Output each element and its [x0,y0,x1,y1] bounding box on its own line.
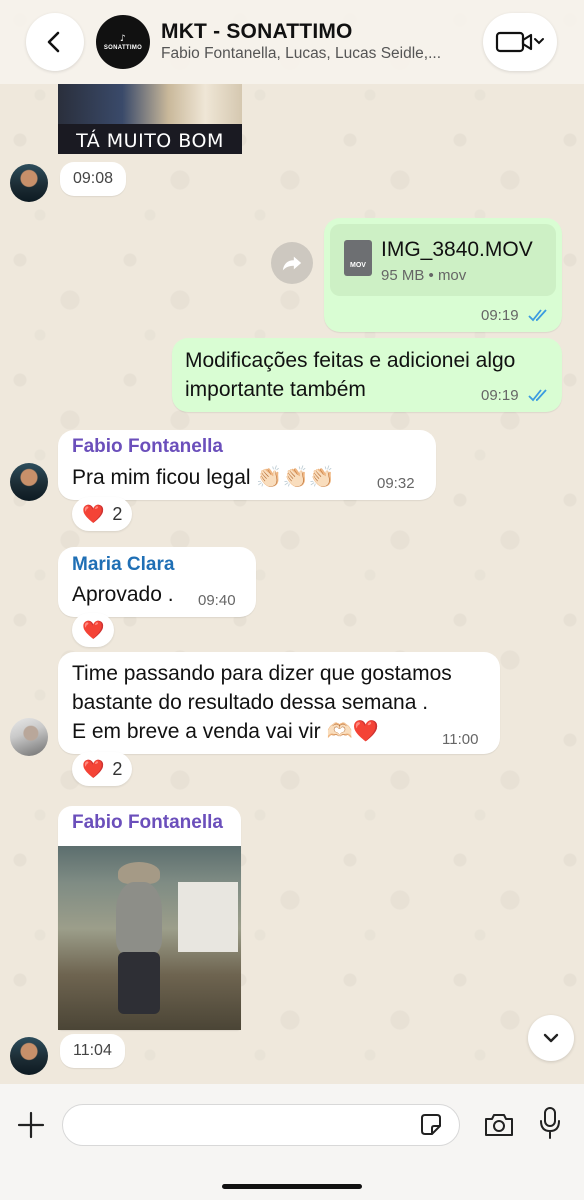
camera-icon [485,1114,513,1136]
image-table [178,882,238,952]
message-time: 11:00 [442,731,479,748]
file-icon: MOV [344,240,372,276]
message-text-line: Modificações feitas e adicionei algo [185,349,516,372]
scroll-to-bottom-button[interactable] [528,1015,574,1061]
sender-name: Fabio Fontanella [72,812,223,833]
avatar-fabio[interactable] [10,1037,48,1075]
gif-thumbnail [58,84,242,124]
file-attachment[interactable]: MOV IMG_3840.MOV 95 MB • mov [330,224,556,296]
image-figure-body [116,882,162,954]
file-time: 09:19 [481,307,519,324]
video-call-icon [495,31,544,53]
voice-message-button[interactable] [538,1106,562,1140]
plus-icon [17,1111,45,1139]
heart-reaction: ❤️ [82,758,105,779]
reaction-count: 2 [112,758,123,779]
back-icon [47,31,60,53]
microphone-icon [540,1107,560,1139]
reaction-badge[interactable]: ❤️ [72,613,115,647]
reaction-badge[interactable]: ❤️ 2 [72,497,133,531]
read-ticks-icon [528,309,547,322]
composer-bar [0,1084,584,1200]
message-text-line: Time passando para dizer que gostamos [72,662,452,685]
camera-button[interactable] [483,1110,515,1140]
message-text-line: bastante do resultado dessa semana . [72,691,429,714]
forward-button[interactable] [271,242,313,284]
shared-image[interactable] [58,846,241,1030]
home-indicator [222,1184,362,1189]
attach-button[interactable] [16,1110,46,1140]
avatar-fabio[interactable] [10,164,48,202]
sticker-icon [421,1114,441,1135]
message-input[interactable] [62,1104,460,1146]
message-text-line: E em breve a venda vai vir 🫶🏻❤️ [72,720,379,743]
image-figure-legs [118,952,160,1014]
heart-reaction: ❤️ [82,619,105,640]
file-meta: 95 MB • mov [381,267,467,284]
message-text: Pra mim ficou legal 👏🏻👏🏻👏🏻 [72,466,335,489]
chat-header: ♪ SONATTIMO MKT - SONATTIMO Fabio Fontan… [0,0,584,84]
message-text: Aprovado . [72,583,174,606]
outgoing-message-bubble[interactable]: Modificações feitas e adicionei algo imp… [172,338,562,412]
read-ticks-icon [528,389,547,402]
avatar-team[interactable] [10,718,48,756]
forward-icon [282,256,302,271]
reaction-badge[interactable]: ❤️ 2 [72,752,133,786]
image-figure-hat [118,862,160,884]
reaction-count: 2 [112,503,123,524]
back-button[interactable] [26,13,84,71]
video-call-button[interactable] [483,13,557,71]
message-time: 09:19 [481,387,519,404]
gif-caption: TÁ MUITO BOM [76,130,224,152]
sender-name: Fabio Fontanella [72,436,223,457]
file-message-bubble[interactable]: MOV IMG_3840.MOV 95 MB • mov 09:19 [324,218,562,332]
heart-reaction: ❤️ [82,503,105,524]
file-type-badge: MOV [350,262,366,269]
incoming-image-bubble[interactable]: Fabio Fontanella [58,806,241,1030]
chat-participants[interactable]: Fabio Fontanella, Lucas, Lucas Seidle,..… [161,45,461,63]
message-time: 09:32 [377,475,415,492]
incoming-message-bubble[interactable]: Maria Clara Aprovado . 09:40 [58,547,256,617]
message-text-line: importante também [185,378,366,401]
incoming-message-bubble[interactable]: Time passando para dizer que gostamos ba… [58,652,500,754]
incoming-message-bubble[interactable]: Fabio Fontanella Pra mim ficou legal 👏🏻👏… [58,430,436,500]
group-avatar-text: SONATTIMO [103,44,143,51]
file-name: IMG_3840.MOV [381,238,533,261]
gif-message[interactable]: TÁ MUITO BOM [58,84,242,154]
chevron-down-icon [543,1033,559,1043]
message-time: 09:40 [198,592,236,609]
chat-title[interactable]: MKT - SONATTIMO [161,20,353,44]
gif-timestamp: 09:08 [60,162,127,196]
avatar-fabio[interactable] [10,463,48,501]
image-timestamp: 11:04 [60,1034,125,1068]
sender-name: Maria Clara [72,554,175,575]
sticker-button[interactable] [418,1112,444,1138]
group-logo-mark: ♪ [119,33,127,44]
group-avatar[interactable]: ♪ SONATTIMO [96,15,150,69]
